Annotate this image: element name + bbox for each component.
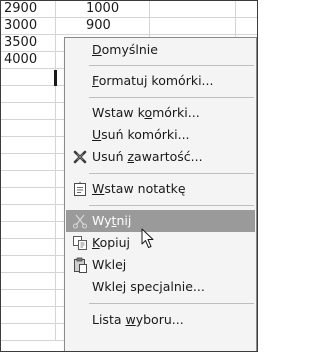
sheet-row: 3000 900 xyxy=(1,18,257,35)
context-menu: Domyślnie Formatuj komórki... Wstaw komó… xyxy=(64,37,257,351)
insert-note-icon xyxy=(72,181,88,197)
cell[interactable]: 900 xyxy=(56,18,150,35)
cell[interactable]: 3000 xyxy=(1,18,56,35)
paste-icon xyxy=(72,257,88,273)
menu-item-wstaw-komorki[interactable]: Wstaw komórki... xyxy=(66,102,255,124)
cell[interactable]: 2900 xyxy=(1,1,56,18)
cell[interactable] xyxy=(150,1,236,18)
cell[interactable]: 3500 xyxy=(1,35,56,52)
scissors-icon xyxy=(72,213,88,229)
menu-item-usun-komorki[interactable]: Usuń komórki... xyxy=(66,124,255,146)
cell[interactable] xyxy=(236,1,257,18)
cell[interactable] xyxy=(1,171,56,188)
menu-item-wklej-specjalnie[interactable]: Wklej specjalnie... xyxy=(66,276,255,298)
menu-separator xyxy=(89,303,254,304)
cell[interactable] xyxy=(1,154,56,171)
menu-item-usun-zawartosc[interactable]: Usuń zawartość... xyxy=(66,146,255,168)
cell[interactable] xyxy=(1,256,56,273)
menu-item-wytnij[interactable]: Wytnij xyxy=(66,210,255,232)
menu-separator xyxy=(89,205,254,206)
clear-contents-icon xyxy=(72,149,88,165)
cell[interactable]: 4000 xyxy=(1,52,56,69)
cell[interactable] xyxy=(236,18,257,35)
cell[interactable]: 1000 xyxy=(56,1,150,18)
cell[interactable] xyxy=(1,103,56,120)
cell[interactable] xyxy=(1,290,56,307)
menu-item-wstaw-notatke[interactable]: Wstaw notatkę xyxy=(66,178,255,200)
copy-icon xyxy=(72,235,88,251)
menu-separator xyxy=(89,97,254,98)
mouse-pointer-icon xyxy=(141,228,155,250)
menu-separator xyxy=(89,173,254,174)
cell[interactable] xyxy=(1,120,56,137)
menu-item-wklej[interactable]: Wklej xyxy=(66,254,255,276)
cell[interactable] xyxy=(1,273,56,290)
cell[interactable] xyxy=(1,239,56,256)
cell[interactable] xyxy=(1,205,56,222)
cell[interactable] xyxy=(1,137,56,154)
cell[interactable] xyxy=(1,69,56,86)
sheet-row: 2900 1000 xyxy=(1,1,257,18)
menu-item-domyslnie[interactable]: Domyślnie xyxy=(66,39,255,61)
cell-cursor-marker xyxy=(54,70,57,86)
menu-item-formatuj-komorki[interactable]: Formatuj komórki... xyxy=(66,70,255,92)
cell[interactable] xyxy=(1,307,56,324)
cell[interactable] xyxy=(1,324,56,341)
cell[interactable] xyxy=(1,222,56,239)
menu-separator xyxy=(89,65,254,66)
cell[interactable] xyxy=(1,188,56,205)
menu-item-lista-wyboru[interactable]: Lista wyboru... xyxy=(66,309,255,331)
cell[interactable] xyxy=(1,86,56,103)
cell[interactable] xyxy=(150,18,236,35)
screenshot-frame: 2900 1000 3000 900 3500 4000 Domyślnie F… xyxy=(0,0,258,352)
menu-item-kopiuj[interactable]: Kopiuj xyxy=(66,232,255,254)
